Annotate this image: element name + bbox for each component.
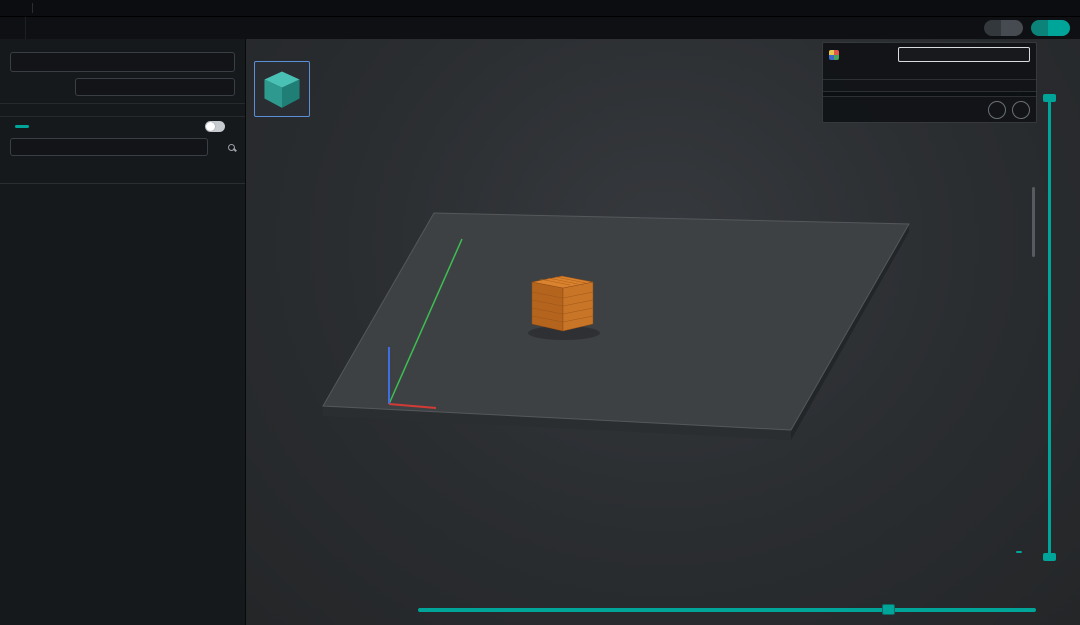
layer-slider-top-handle[interactable] xyxy=(1043,94,1056,102)
section-header-precision[interactable] xyxy=(0,254,245,272)
print-button[interactable] xyxy=(1048,20,1070,36)
build-plate[interactable] xyxy=(323,213,909,430)
gcode-footer xyxy=(823,96,1036,122)
home-button[interactable] xyxy=(0,17,26,39)
section-header-seam[interactable] xyxy=(0,232,245,250)
plate-thumbnail[interactable] xyxy=(254,61,310,117)
view-type-select[interactable] xyxy=(898,47,1030,62)
line-type-table-header xyxy=(823,66,1036,79)
process-setting-tabs xyxy=(0,162,245,184)
sliced-model[interactable] xyxy=(532,276,593,331)
move-slider-track[interactable] xyxy=(418,608,1036,612)
viewport-3d[interactable] xyxy=(246,39,1080,625)
print-button-group xyxy=(1031,20,1070,36)
build-plate-scene xyxy=(246,39,1080,625)
slice-plate-button-group xyxy=(984,20,1023,36)
main-tab-bar xyxy=(0,17,1080,39)
print-options-caret[interactable] xyxy=(1031,20,1048,36)
divider xyxy=(32,3,33,13)
layer-slider-track[interactable] xyxy=(1048,100,1051,556)
section-header-layer-height[interactable] xyxy=(0,188,245,206)
next-move-button[interactable] xyxy=(1012,101,1030,119)
move-slider-handle[interactable] xyxy=(882,604,895,615)
slice-options-caret[interactable] xyxy=(984,20,1001,36)
layer-slider-bottom-handle[interactable] xyxy=(1043,553,1056,561)
color-scheme-icon xyxy=(829,50,839,60)
thumbnail-cube xyxy=(255,62,309,116)
process-global-toggle[interactable] xyxy=(15,125,29,128)
bed-type-select[interactable] xyxy=(75,78,235,96)
total-estimation xyxy=(823,79,1036,91)
slice-plate-button[interactable] xyxy=(1001,20,1023,36)
search-icon[interactable] xyxy=(228,144,235,151)
preview-stats-panel xyxy=(822,42,1037,123)
toggle-knob xyxy=(206,122,215,131)
gcode-viewer[interactable] xyxy=(823,91,1036,96)
settings-sidebar xyxy=(0,39,246,625)
menu-bar xyxy=(0,0,1080,17)
section-header-line-width[interactable] xyxy=(0,210,245,228)
gcode-scrollbar[interactable] xyxy=(1032,187,1035,257)
layer-slider-bottom-value xyxy=(1016,551,1022,553)
previous-move-button[interactable] xyxy=(988,101,1006,119)
advanced-toggle[interactable] xyxy=(205,121,225,132)
process-preset-select[interactable] xyxy=(10,138,208,156)
printer-preset-select[interactable] xyxy=(10,52,235,72)
